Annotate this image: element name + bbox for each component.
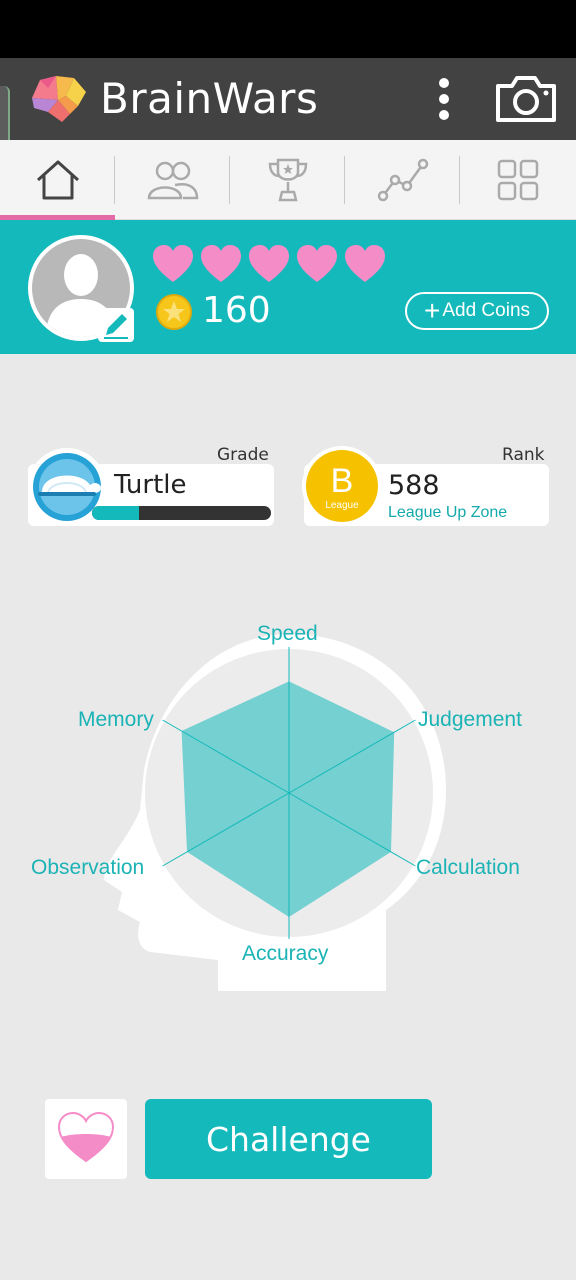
friends-icon (147, 161, 198, 200)
camera-icon[interactable] (494, 74, 558, 124)
tab-bar (0, 140, 576, 220)
tab-home[interactable] (0, 140, 115, 220)
pencil-icon (104, 314, 128, 339)
league-badge: B League (302, 446, 382, 526)
radar-label-observation: Observation (31, 856, 145, 879)
app-bar: BrainWars (0, 58, 576, 140)
league-badge-icon: B League (306, 450, 378, 522)
grade-progress-bar (92, 506, 271, 520)
line-chart-icon (377, 158, 428, 202)
coin-icon (156, 294, 192, 330)
rank-heading: Rank (502, 445, 545, 465)
radar-label-memory: Memory (78, 708, 154, 731)
trophy-icon (268, 158, 307, 202)
coin-count: 160 (202, 290, 271, 331)
grade-heading: Grade (217, 445, 269, 465)
home-icon (36, 160, 79, 200)
challenge-button[interactable]: Challenge (145, 1099, 432, 1179)
league-caption: League (325, 500, 359, 511)
heart-refill-button[interactable] (45, 1099, 127, 1179)
app-title: BrainWars (100, 74, 319, 123)
life-heart-icon (345, 245, 385, 282)
plus-icon: + (423, 295, 441, 326)
tab-friends[interactable] (115, 140, 230, 220)
rank-value: 588 (388, 470, 440, 501)
tab-menu[interactable] (460, 140, 575, 220)
radar-label-calculation: Calculation (416, 856, 520, 879)
tab-trophy[interactable] (230, 140, 345, 220)
profile-banner: 160 + Add Coins (0, 220, 576, 354)
add-coins-button[interactable]: + Add Coins (405, 292, 549, 330)
hearts-row (152, 244, 386, 284)
radar-label-speed: Speed (257, 622, 318, 645)
radar-label-accuracy: Accuracy (242, 942, 329, 965)
grid-icon (497, 159, 538, 201)
status-bar (0, 0, 576, 58)
brain-logo-icon (32, 76, 86, 122)
grade-progress-fill (92, 506, 139, 520)
life-heart-icon (201, 245, 241, 282)
life-heart-icon (249, 245, 289, 282)
more-vertical-icon[interactable] (428, 76, 460, 122)
rank-zone: League Up Zone (388, 504, 508, 521)
tab-stats[interactable] (345, 140, 460, 220)
league-letter: B (331, 462, 354, 500)
edit-profile-button[interactable] (98, 308, 134, 342)
grade-name: Turtle (114, 470, 187, 500)
radar-label-judgement: Judgement (418, 708, 522, 731)
life-heart-icon (297, 245, 337, 282)
ability-radar: Speed Judgement Calculation Accuracy Obs… (0, 610, 576, 1010)
heart-icon (57, 1111, 115, 1163)
life-heart-icon (153, 245, 193, 282)
add-coins-label: Add Coins (442, 300, 531, 321)
